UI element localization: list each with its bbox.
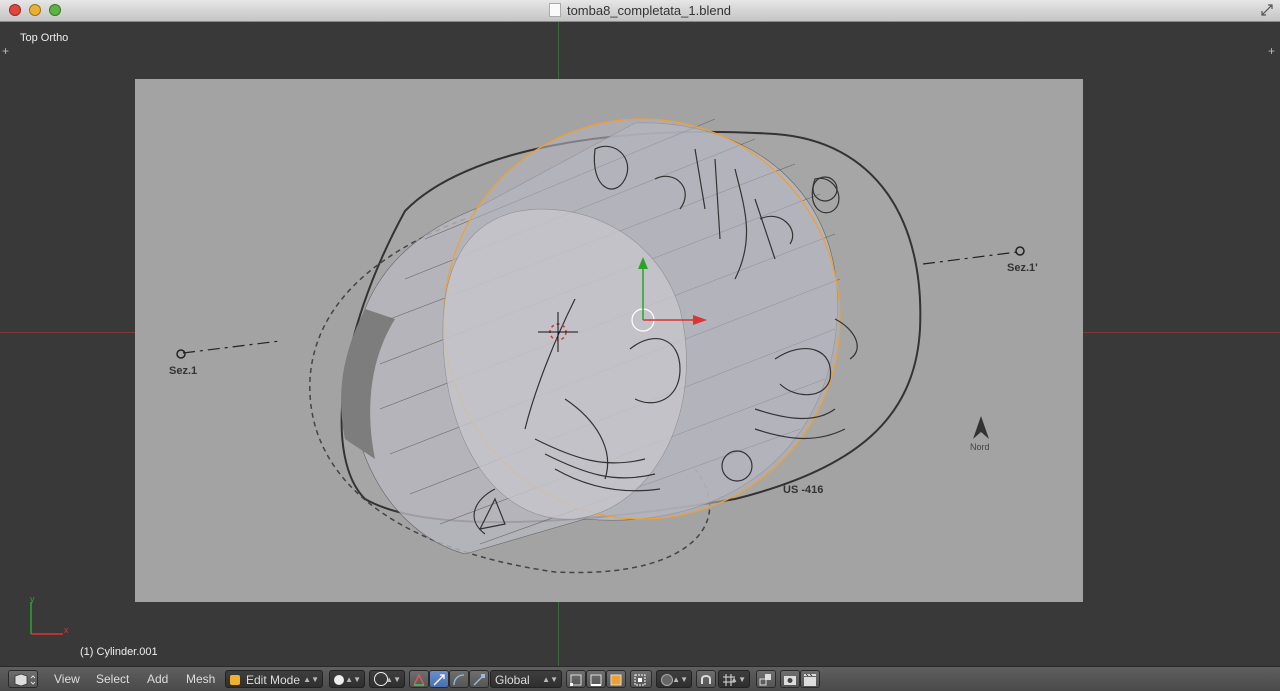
axis-orientation-widget: x y xyxy=(27,594,72,639)
edge-select-mode-button[interactable] xyxy=(586,670,606,688)
title-bar: tomba8_completata_1.blend xyxy=(0,0,1280,22)
active-object-label: (1) Cylinder.001 xyxy=(80,646,158,658)
updown-arrow-icon: ▲▼ xyxy=(730,675,746,684)
vertex-select-mode-button[interactable] xyxy=(566,670,586,688)
face-select-mode-button[interactable] xyxy=(606,670,626,688)
manipulator-toggle-button[interactable] xyxy=(409,670,429,688)
mesh-menu[interactable]: Mesh xyxy=(184,670,217,688)
svg-text:x: x xyxy=(64,625,69,635)
viewport-header: View Select Add Mesh Edit Mode ▲▼ ▲▼ ▲▼ … xyxy=(0,666,1280,691)
edit-mode-icon xyxy=(230,675,240,685)
proportional-edit-select[interactable]: ▲▼ xyxy=(656,670,692,688)
document-icon xyxy=(548,3,561,17)
scale-manipulator-button[interactable] xyxy=(469,670,489,688)
editor-type-button[interactable] xyxy=(8,670,38,688)
render-still-button[interactable] xyxy=(780,670,800,688)
svg-text:y: y xyxy=(30,594,35,604)
rotate-manipulator-button[interactable] xyxy=(449,670,469,688)
solid-sphere-icon xyxy=(334,675,344,685)
window-title: tomba8_completata_1.blend xyxy=(0,3,1280,18)
fullscreen-icon[interactable] xyxy=(1260,3,1274,17)
transform-orientation-select[interactable]: Global ▲▼ xyxy=(490,670,562,688)
north-label: Nord xyxy=(970,442,990,452)
render-animation-button[interactable] xyxy=(800,670,820,688)
limit-selection-visible-button[interactable] xyxy=(630,670,652,688)
orientation-value: Global xyxy=(495,673,530,687)
us-label: US -416 xyxy=(783,484,824,496)
viewport-shading-select[interactable]: ▲▼ xyxy=(329,670,365,688)
updown-arrow-icon: ▲▼ xyxy=(542,675,558,684)
updown-arrow-icon: ▲▼ xyxy=(385,675,401,684)
properties-toggle-icon[interactable]: + xyxy=(1268,45,1278,57)
updown-arrow-icon: ▲▼ xyxy=(672,675,688,684)
window-title-text: tomba8_completata_1.blend xyxy=(566,3,732,18)
snap-target-button[interactable] xyxy=(756,670,776,688)
pivot-point-select[interactable]: ▲▼ xyxy=(369,670,405,688)
add-menu[interactable]: Add xyxy=(145,670,170,688)
updown-arrow-icon: ▲▼ xyxy=(303,675,319,684)
3d-viewport[interactable]: Sez.1 Sez.1' US -416 Nord Top Ortho + + … xyxy=(0,22,1280,666)
snap-element-select[interactable]: ▲▼ xyxy=(718,670,750,688)
mode-value: Edit Mode xyxy=(246,673,301,687)
tool-shelf-toggle-icon[interactable]: + xyxy=(2,45,12,57)
background-image xyxy=(135,79,1083,602)
snap-toggle-button[interactable] xyxy=(696,670,716,688)
translate-manipulator-button[interactable] xyxy=(429,670,449,688)
section-left-label: Sez.1 xyxy=(169,365,198,377)
view-menu[interactable]: View xyxy=(52,670,82,688)
select-menu[interactable]: Select xyxy=(94,670,131,688)
updown-arrow-icon: ▲▼ xyxy=(345,675,361,684)
mode-select[interactable]: Edit Mode ▲▼ xyxy=(225,670,323,688)
section-right-label: Sez.1' xyxy=(1007,262,1038,274)
view-name-label: Top Ortho xyxy=(20,32,69,44)
